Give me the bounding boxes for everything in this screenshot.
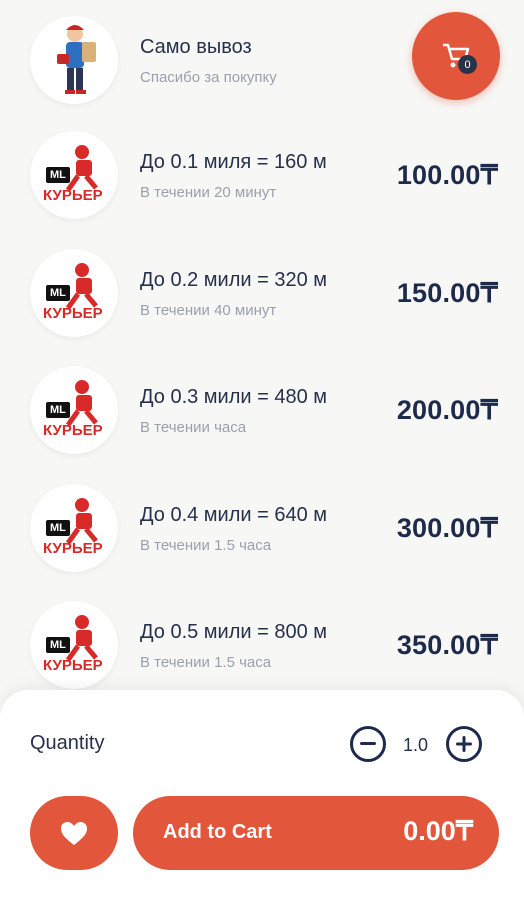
- quantity-increase-button[interactable]: [446, 726, 482, 762]
- cart-button[interactable]: 0: [412, 12, 500, 100]
- option-title: До 0.3 мили = 480 м: [140, 386, 328, 408]
- cart-total: 0.00₸: [403, 816, 473, 846]
- add-to-cart-button[interactable]: Add to Cart 0.00₸: [133, 796, 499, 870]
- courier-logo-text: КУРЬЕР: [43, 305, 103, 322]
- bottom-panel: Quantity 1.0 Add to Cart 0.00₸: [0, 690, 524, 900]
- courier-logo-text: КУРЬЕР: [43, 657, 103, 674]
- ml-logo-text: ML: [46, 637, 70, 653]
- option-price: 300.00₸: [396, 513, 498, 543]
- pickup-title: Само вывоз: [140, 36, 252, 58]
- delivery-option[interactable]: ML КУРЬЕР До 0.4 мили = 640 м В течении …: [0, 478, 524, 578]
- option-subtitle: В течении 20 минут: [140, 184, 277, 201]
- courier-logo-text: КУРЬЕР: [43, 540, 103, 557]
- courier-logo-text: КУРЬЕР: [43, 422, 103, 439]
- delivery-option[interactable]: ML КУРЬЕР До 0.3 мили = 480 м В течении …: [0, 360, 524, 460]
- cart-count-badge: 0: [458, 55, 477, 74]
- option-price: 350.00₸: [396, 630, 498, 660]
- courier-logo-icon: ML КУРЬЕР: [30, 366, 118, 454]
- option-price: 100.00₸: [396, 160, 498, 190]
- courier-logo-icon: ML КУРЬЕР: [30, 484, 118, 572]
- quantity-value: 1.0: [403, 735, 429, 755]
- ml-logo-text: ML: [46, 402, 70, 418]
- add-to-cart-label: Add to Cart: [163, 821, 272, 843]
- option-title: До 0.5 мили = 800 м: [140, 621, 328, 643]
- option-title: До 0.2 мили = 320 м: [140, 269, 328, 291]
- courier-logo-icon: ML КУРЬЕР: [30, 601, 118, 689]
- option-price: 200.00₸: [396, 395, 498, 425]
- favorite-button[interactable]: [30, 796, 118, 870]
- pickup-subtitle: Спасибо за покупку: [140, 69, 277, 86]
- option-title: До 0.1 миля = 160 м: [140, 151, 327, 173]
- option-subtitle: В течении 1.5 часа: [140, 537, 272, 554]
- delivery-man-icon: [30, 16, 118, 104]
- delivery-option[interactable]: ML КУРЬЕР До 0.2 мили = 320 м В течении …: [0, 243, 524, 343]
- option-price: 150.00₸: [396, 278, 498, 308]
- courier-logo-icon: ML КУРЬЕР: [30, 249, 118, 337]
- quantity-decrease-button[interactable]: [350, 726, 386, 762]
- courier-logo-text: КУРЬЕР: [43, 187, 103, 204]
- option-subtitle: В течении 40 минут: [140, 302, 277, 319]
- plus-icon: [456, 736, 472, 752]
- ml-logo-text: ML: [46, 285, 70, 301]
- quantity-label: Quantity: [30, 732, 105, 754]
- ml-logo-text: ML: [46, 167, 70, 183]
- option-title: До 0.4 мили = 640 м: [140, 504, 328, 526]
- minus-icon: [360, 742, 376, 745]
- courier-logo-icon: ML КУРЬЕР: [30, 131, 118, 219]
- heart-icon: [61, 821, 87, 845]
- option-subtitle: В течении часа: [140, 419, 247, 436]
- ml-logo-text: ML: [46, 520, 70, 536]
- delivery-option[interactable]: ML КУРЬЕР До 0.1 миля = 160 м В течении …: [0, 125, 524, 225]
- delivery-option[interactable]: ML КУРЬЕР До 0.5 мили = 800 м В течении …: [0, 595, 524, 695]
- option-subtitle: В течении 1.5 часа: [140, 654, 272, 671]
